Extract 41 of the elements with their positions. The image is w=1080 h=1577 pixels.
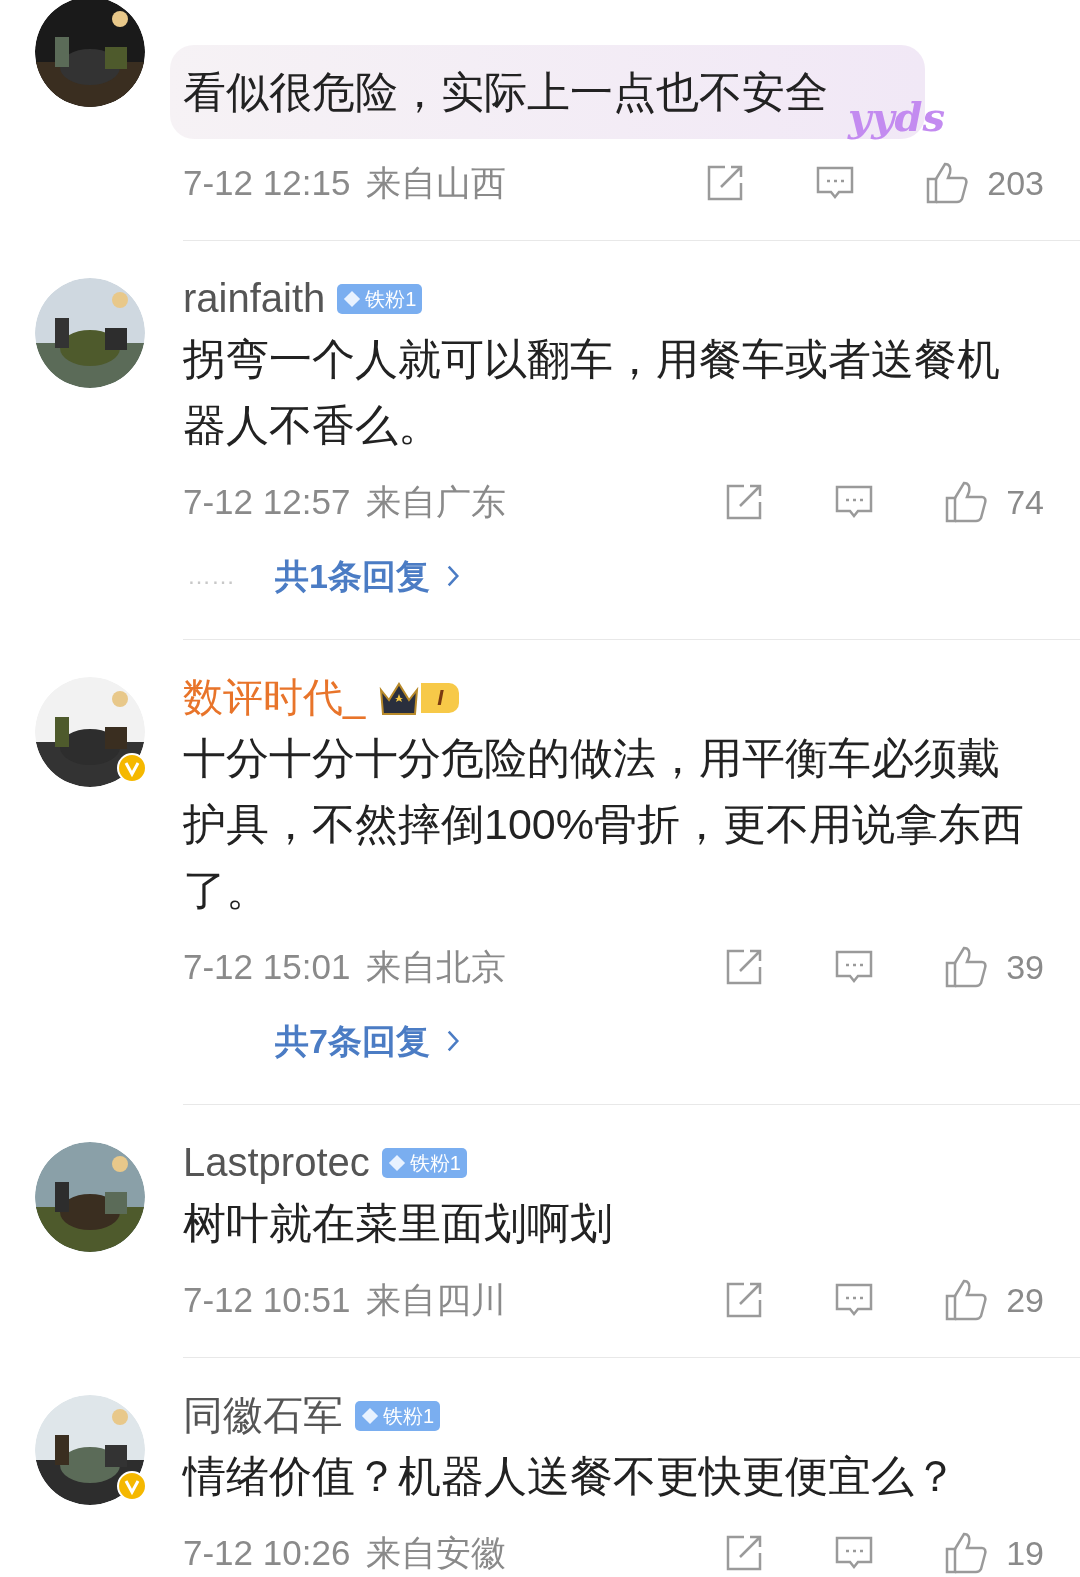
timestamp: 7-12 12:15 (183, 161, 351, 204)
comment-text: 树叶就在菜里面划啊划 (183, 1198, 613, 1249)
fan-badge: 铁粉1 (355, 1400, 441, 1431)
replies-link[interactable]: 共1条回复 (275, 550, 460, 602)
username[interactable]: Lastprotec (183, 1140, 370, 1185)
like-count: 19 (1006, 1532, 1044, 1574)
ellipsis: …… (186, 561, 236, 591)
timestamp: 7-12 15:01 (183, 945, 351, 988)
comment-text: 拐弯一个人就可以翻车，用餐车或者送餐机 (183, 334, 1000, 385)
timestamp: 7-12 10:26 (183, 1531, 351, 1574)
fan-badge: 铁粉1 (381, 1147, 467, 1178)
username[interactable]: rainfaith (183, 276, 326, 321)
location: 来自广东 (366, 480, 507, 523)
chevron-right-icon (445, 564, 460, 588)
thumbs-up-icon (944, 945, 989, 989)
like-count: 39 (1006, 946, 1044, 988)
comment-text: 看似很危险，实际上一点也不安全 (183, 67, 828, 118)
like-count: 74 (1006, 481, 1044, 523)
location: 来自山西 (366, 161, 507, 204)
fan-badge: 铁粉1 (337, 283, 423, 314)
level-badge: I (421, 682, 460, 713)
location: 来自北京 (366, 945, 507, 988)
replies-link[interactable]: 共7条回复 (275, 1015, 460, 1067)
username[interactable]: 同徽石军 (183, 1393, 343, 1438)
thumbs-up-icon (944, 1278, 989, 1322)
timestamp: 7-12 12:57 (183, 480, 351, 523)
comment-text: 护具，不然摔倒100%骨折，更不用说拿东西 (183, 799, 1024, 850)
thumbs-up-icon (944, 1531, 989, 1575)
chevron-right-icon (445, 1029, 460, 1053)
comment-text: 了。 (183, 865, 269, 916)
thumbs-up-icon (925, 161, 970, 205)
like-count: 29 (1006, 1279, 1044, 1321)
sticker-text: yyds (848, 92, 945, 142)
timestamp: 7-12 10:51 (183, 1278, 351, 1321)
like-count: 203 (987, 162, 1044, 204)
location: 来自安徽 (366, 1531, 507, 1574)
comment-text: 器人不香么。 (183, 400, 441, 451)
location: 来自四川 (366, 1278, 507, 1321)
comment-text: 情绪价值？机器人送餐不更快更便宜么？ (183, 1451, 957, 1502)
thumbs-up-icon (944, 480, 989, 524)
comment-text: 十分十分十分危险的做法，用平衡车必须戴 (183, 733, 1000, 784)
